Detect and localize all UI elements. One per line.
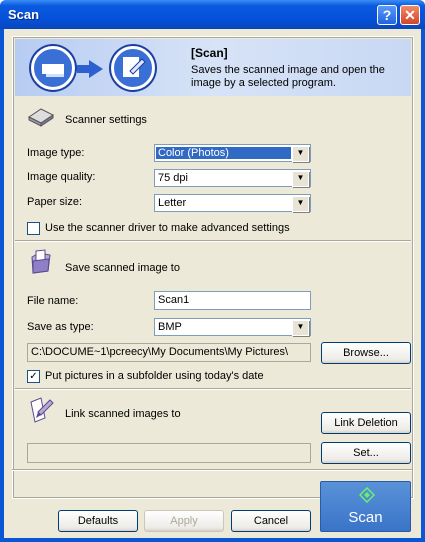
scanner-settings-heading: Scanner settings <box>65 114 147 126</box>
image-quality-label: Image quality: <box>27 171 96 183</box>
image-type-label: Image type: <box>27 147 85 159</box>
arrow-icon <box>77 65 89 73</box>
save-heading: Save scanned image to <box>65 262 180 274</box>
chevron-down-icon[interactable]: ▼ <box>292 171 309 187</box>
image-quality-value: 75 dpi <box>158 172 188 184</box>
scanner-icon <box>28 108 54 127</box>
set-button[interactable]: Set... <box>321 442 411 464</box>
arrow-head-icon <box>89 60 103 78</box>
chevron-down-icon[interactable]: ▼ <box>292 146 309 162</box>
image-quality-select[interactable]: 75 dpi ▼ <box>154 169 311 187</box>
folder-icon <box>31 249 51 274</box>
defaults-button[interactable]: Defaults <box>58 510 138 532</box>
save-type-label: Save as type: <box>27 321 94 333</box>
banner-title: [Scan] <box>191 46 228 60</box>
file-name-input[interactable]: Scan1 <box>154 291 311 310</box>
close-button[interactable]: ✕ <box>400 5 420 25</box>
scanner-circle-icon <box>31 46 75 90</box>
paper-size-select[interactable]: Letter ▼ <box>154 194 311 212</box>
divider <box>15 240 411 242</box>
help-button[interactable]: ? <box>377 5 397 25</box>
image-type-value: Color (Photos) <box>156 147 291 159</box>
image-type-select[interactable]: Color (Photos) ▼ <box>154 144 311 162</box>
browse-button[interactable]: Browse... <box>321 342 411 364</box>
driver-checkbox-label[interactable]: Use the scanner driver to make advanced … <box>45 222 290 234</box>
window-title: Scan <box>8 7 40 22</box>
save-type-select[interactable]: BMP ▼ <box>154 318 311 336</box>
cancel-button[interactable]: Cancel <box>231 510 311 532</box>
chevron-down-icon[interactable]: ▼ <box>292 196 309 212</box>
link-heading: Link scanned images to <box>65 408 181 420</box>
file-name-label: File name: <box>27 295 79 307</box>
scan-button-label: Scan <box>348 509 383 526</box>
divider <box>15 388 411 390</box>
subfolder-checkbox[interactable]: ✓ <box>27 370 40 383</box>
banner-description: Saves the scanned image and open the ima… <box>191 64 385 89</box>
save-path-value: C:\DOCUME~1\pcreecy\My Documents\My Pict… <box>31 346 289 358</box>
save-path-field: C:\DOCUME~1\pcreecy\My Documents\My Pict… <box>27 343 311 362</box>
scan-start-icon <box>359 487 375 503</box>
paper-size-label: Paper size: <box>27 196 83 208</box>
linked-program-field <box>27 443 311 463</box>
link-program-icon <box>30 397 54 423</box>
dialog-body: [Scan] Saves the scanned image and open … <box>4 29 421 538</box>
paper-size-value: Letter <box>158 197 187 209</box>
banner: [Scan] Saves the scanned image and open … <box>15 39 411 96</box>
title-bar[interactable]: Scan ? ✕ <box>0 0 425 29</box>
subfolder-checkbox-label[interactable]: Put pictures in a subfolder using today'… <box>45 370 264 382</box>
program-circle-icon <box>111 46 155 90</box>
scan-window: Scan ? ✕ [Scan] Saves the scanned image … <box>0 0 425 542</box>
settings-panel: [Scan] Saves the scanned image and open … <box>12 36 414 499</box>
scan-button[interactable]: Scan <box>320 481 411 532</box>
save-type-value: BMP <box>158 321 182 333</box>
footer-divider <box>12 469 412 471</box>
apply-button[interactable]: Apply <box>144 510 224 532</box>
chevron-down-icon[interactable]: ▼ <box>292 320 309 336</box>
file-name-value: Scan1 <box>158 294 190 306</box>
link-deletion-button[interactable]: Link Deletion <box>321 412 411 434</box>
driver-checkbox[interactable] <box>27 222 40 235</box>
